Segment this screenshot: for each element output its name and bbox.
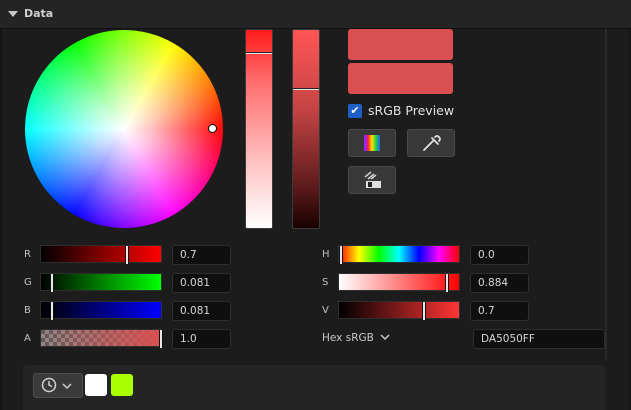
v-value-field[interactable]: 0.7 xyxy=(470,301,529,321)
b-slider-handle[interactable] xyxy=(50,302,54,320)
scrollbar[interactable] xyxy=(605,29,607,359)
new-color-swatch xyxy=(348,29,453,60)
recent-color-swatch[interactable] xyxy=(85,374,107,396)
a-slider[interactable] xyxy=(40,329,163,348)
srgb-preview-label: sRGB Preview xyxy=(368,103,455,118)
v-label: V xyxy=(322,305,329,316)
a-slider-handle[interactable] xyxy=(159,330,163,348)
clock-icon xyxy=(41,377,57,393)
eyedropper-icon xyxy=(423,135,441,151)
chevron-down-icon xyxy=(62,383,72,390)
themes-button[interactable] xyxy=(348,166,396,194)
eyedropper-button[interactable] xyxy=(407,129,455,157)
old-color-swatch[interactable] xyxy=(348,63,453,94)
g-slider-handle[interactable] xyxy=(50,274,54,292)
saturation-bar-marker[interactable] xyxy=(246,52,272,54)
saturation-bar[interactable] xyxy=(245,29,273,229)
b-slider[interactable] xyxy=(40,301,162,320)
color-wheel[interactable] xyxy=(25,30,223,228)
h-label: H xyxy=(322,249,330,260)
b-value-field[interactable]: 0.081 xyxy=(172,301,231,321)
r-label: R xyxy=(24,249,31,260)
s-label: S xyxy=(322,277,329,288)
themes-icon xyxy=(364,171,381,188)
h-value-field[interactable]: 0.0 xyxy=(470,245,529,265)
r-value-field[interactable]: 0.7 xyxy=(172,245,231,265)
collapse-arrow-icon[interactable] xyxy=(8,11,18,17)
a-value-field[interactable]: 1.0 xyxy=(172,329,231,349)
hex-mode-label: Hex sRGB xyxy=(322,332,374,344)
b-label: B xyxy=(24,305,31,316)
s-value-field[interactable]: 0.884 xyxy=(470,273,529,293)
r-slider-handle[interactable] xyxy=(125,246,129,264)
color-spectrum-button[interactable] xyxy=(348,129,396,157)
value-bar-marker[interactable] xyxy=(293,88,319,90)
hex-mode-dropdown[interactable]: Hex sRGB xyxy=(322,332,390,344)
r-slider[interactable] xyxy=(40,245,162,264)
g-slider[interactable] xyxy=(40,273,162,292)
s-slider[interactable] xyxy=(338,273,460,292)
h-slider-handle[interactable] xyxy=(339,246,343,264)
a-label: A xyxy=(24,333,31,344)
h-slider[interactable] xyxy=(338,245,460,264)
chevron-down-icon xyxy=(380,334,390,341)
g-label: G xyxy=(24,277,32,288)
srgb-preview-checkbox[interactable]: ✔ xyxy=(348,104,362,118)
hex-value-field[interactable]: DA5050FF xyxy=(473,329,605,349)
g-value-field[interactable]: 0.081 xyxy=(172,273,231,293)
value-bar[interactable] xyxy=(292,29,320,229)
spectrum-icon xyxy=(364,135,380,151)
v-slider-handle[interactable] xyxy=(422,302,426,320)
v-slider[interactable] xyxy=(338,301,460,320)
color-wheel-saturation xyxy=(25,30,223,228)
section-title: Data xyxy=(24,7,54,20)
section-header[interactable]: Data xyxy=(0,0,631,29)
recent-color-swatch[interactable] xyxy=(111,374,133,396)
color-wheel-handle[interactable] xyxy=(208,124,217,133)
s-slider-handle[interactable] xyxy=(445,274,449,292)
color-history-dropdown[interactable] xyxy=(33,373,83,398)
